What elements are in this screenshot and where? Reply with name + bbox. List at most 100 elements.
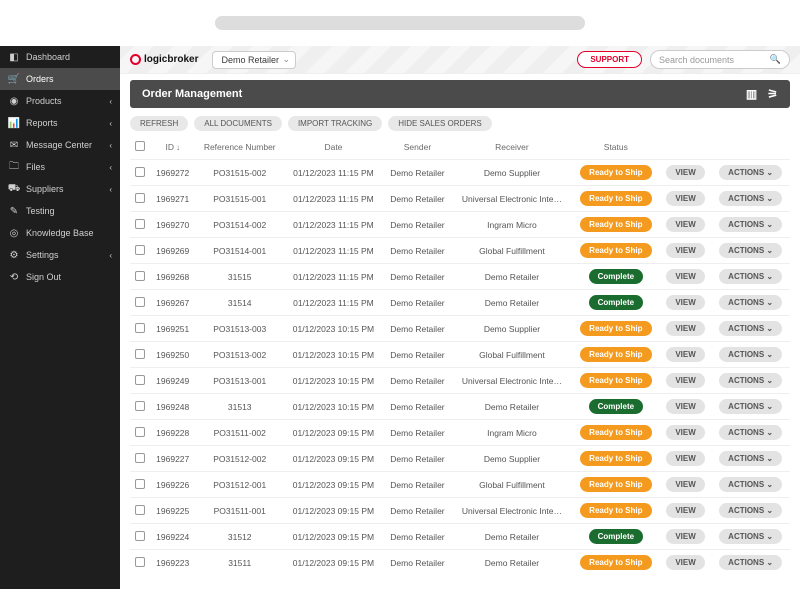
cell-date: 01/12/2023 11:15 PM [284,238,383,264]
row-checkbox[interactable] [135,531,145,541]
actions-button[interactable]: ACTIONS ⌄ [719,555,782,570]
support-button[interactable]: SUPPORT [577,51,642,68]
search-input[interactable]: Search documents 🔍 [650,50,790,69]
actions-button[interactable]: ACTIONS ⌄ [719,399,782,414]
row-checkbox[interactable] [135,297,145,307]
files-icon: 🗀 [8,161,20,173]
chevron-down-icon: ⌄ [766,272,773,281]
row-checkbox[interactable] [135,453,145,463]
table-row: 1969249PO31513-00101/12/2023 10:15 PMDem… [130,368,790,394]
row-checkbox[interactable] [135,375,145,385]
actions-button[interactable]: ACTIONS ⌄ [719,529,782,544]
all-documents-button[interactable]: ALL DOCUMENTS [194,116,282,131]
table-row: 19692483151301/12/2023 10:15 PMDemo Reta… [130,394,790,420]
view-button[interactable]: VIEW [666,451,704,466]
sidebar-item-sign-out[interactable]: ⟲Sign Out [0,266,120,288]
actions-button[interactable]: ACTIONS ⌄ [719,165,782,180]
filter-icon[interactable]: ⚞ [767,87,778,101]
view-button[interactable]: VIEW [666,191,704,206]
sidebar-item-knowledge-base[interactable]: ◎Knowledge Base [0,222,120,244]
message-center-icon: ✉ [8,139,20,151]
actions-button[interactable]: ACTIONS ⌄ [719,347,782,362]
sidebar-item-dashboard[interactable]: ◧Dashboard [0,46,120,68]
actions-button[interactable]: ACTIONS ⌄ [719,191,782,206]
view-button[interactable]: VIEW [666,269,704,284]
actions-button[interactable]: ACTIONS ⌄ [719,451,782,466]
refresh-button[interactable]: REFRESH [130,116,188,131]
col-status[interactable]: Status [572,135,660,160]
sidebar-item-testing[interactable]: ✎Testing [0,200,120,222]
row-checkbox[interactable] [135,401,145,411]
row-checkbox[interactable] [135,505,145,515]
col-ref[interactable]: Reference Number [195,135,283,160]
row-checkbox[interactable] [135,193,145,203]
row-checkbox[interactable] [135,479,145,489]
sidebar-item-settings[interactable]: ⚙Settings‹ [0,244,120,266]
chevron-left-icon: ‹ [109,141,112,150]
import-tracking-button[interactable]: IMPORT TRACKING [288,116,382,131]
cell-sender: Demo Retailer [383,498,452,524]
actions-button[interactable]: ACTIONS ⌄ [719,269,782,284]
sidebar-item-orders[interactable]: 🛒Orders [0,68,120,90]
view-button[interactable]: VIEW [666,347,704,362]
row-checkbox[interactable] [135,219,145,229]
cell-receiver: Demo Supplier [452,446,572,472]
view-button[interactable]: VIEW [666,555,704,570]
actions-button[interactable]: ACTIONS ⌄ [719,295,782,310]
cell-ref: PO31513-002 [195,342,283,368]
top-bar: logicbroker Demo Retailer SUPPORT Search… [120,46,800,74]
view-button[interactable]: VIEW [666,529,704,544]
cell-ref: PO31513-001 [195,368,283,394]
select-all-checkbox[interactable] [135,141,145,151]
testing-icon: ✎ [8,205,20,217]
view-button[interactable]: VIEW [666,399,704,414]
view-button[interactable]: VIEW [666,295,704,310]
row-checkbox[interactable] [135,271,145,281]
sidebar-item-message-center[interactable]: ✉Message Center‹ [0,134,120,156]
sidebar-item-label: Dashboard [26,52,70,62]
row-checkbox[interactable] [135,323,145,333]
row-checkbox[interactable] [135,557,145,567]
sidebar-item-files[interactable]: 🗀Files‹ [0,156,120,178]
view-button[interactable]: VIEW [666,243,704,258]
cell-ref: PO31513-003 [195,316,283,342]
col-id[interactable]: ID [165,142,174,152]
sidebar-item-suppliers[interactable]: ⛟Suppliers‹ [0,178,120,200]
view-button[interactable]: VIEW [666,425,704,440]
view-button[interactable]: VIEW [666,217,704,232]
cell-receiver: Universal Electronic Inte… [452,186,572,212]
tenant-select[interactable]: Demo Retailer [212,51,296,69]
sidebar-item-label: Sign Out [26,272,61,282]
row-checkbox[interactable] [135,427,145,437]
view-button[interactable]: VIEW [666,477,704,492]
actions-button[interactable]: ACTIONS ⌄ [719,243,782,258]
chevron-down-icon: ⌄ [766,454,773,463]
view-button[interactable]: VIEW [666,373,704,388]
col-sender[interactable]: Sender [383,135,452,160]
view-button[interactable]: VIEW [666,321,704,336]
status-badge: Ready to Ship [580,477,651,492]
sidebar-item-products[interactable]: ◉Products‹ [0,90,120,112]
row-checkbox[interactable] [135,167,145,177]
cell-id: 1969272 [150,160,196,186]
sidebar: ◧Dashboard🛒Orders◉Products‹📊Reports‹✉Mes… [0,46,120,589]
actions-button[interactable]: ACTIONS ⌄ [719,477,782,492]
cell-id: 1969227 [150,446,196,472]
actions-button[interactable]: ACTIONS ⌄ [719,425,782,440]
actions-button[interactable]: ACTIONS ⌄ [719,503,782,518]
actions-button[interactable]: ACTIONS ⌄ [719,321,782,336]
table-row: 1969225PO31511-00101/12/2023 09:15 PMDem… [130,498,790,524]
col-date[interactable]: Date [284,135,383,160]
cell-id: 1969225 [150,498,196,524]
actions-button[interactable]: ACTIONS ⌄ [719,217,782,232]
sidebar-item-reports[interactable]: 📊Reports‹ [0,112,120,134]
columns-icon[interactable]: ▥ [746,87,757,101]
hide-sales-orders-button[interactable]: HIDE SALES ORDERS [388,116,492,131]
col-receiver[interactable]: Receiver [452,135,572,160]
view-button[interactable]: VIEW [666,503,704,518]
row-checkbox[interactable] [135,349,145,359]
view-button[interactable]: VIEW [666,165,704,180]
actions-button[interactable]: ACTIONS ⌄ [719,373,782,388]
row-checkbox[interactable] [135,245,145,255]
chevron-down-icon: ⌄ [766,350,773,359]
